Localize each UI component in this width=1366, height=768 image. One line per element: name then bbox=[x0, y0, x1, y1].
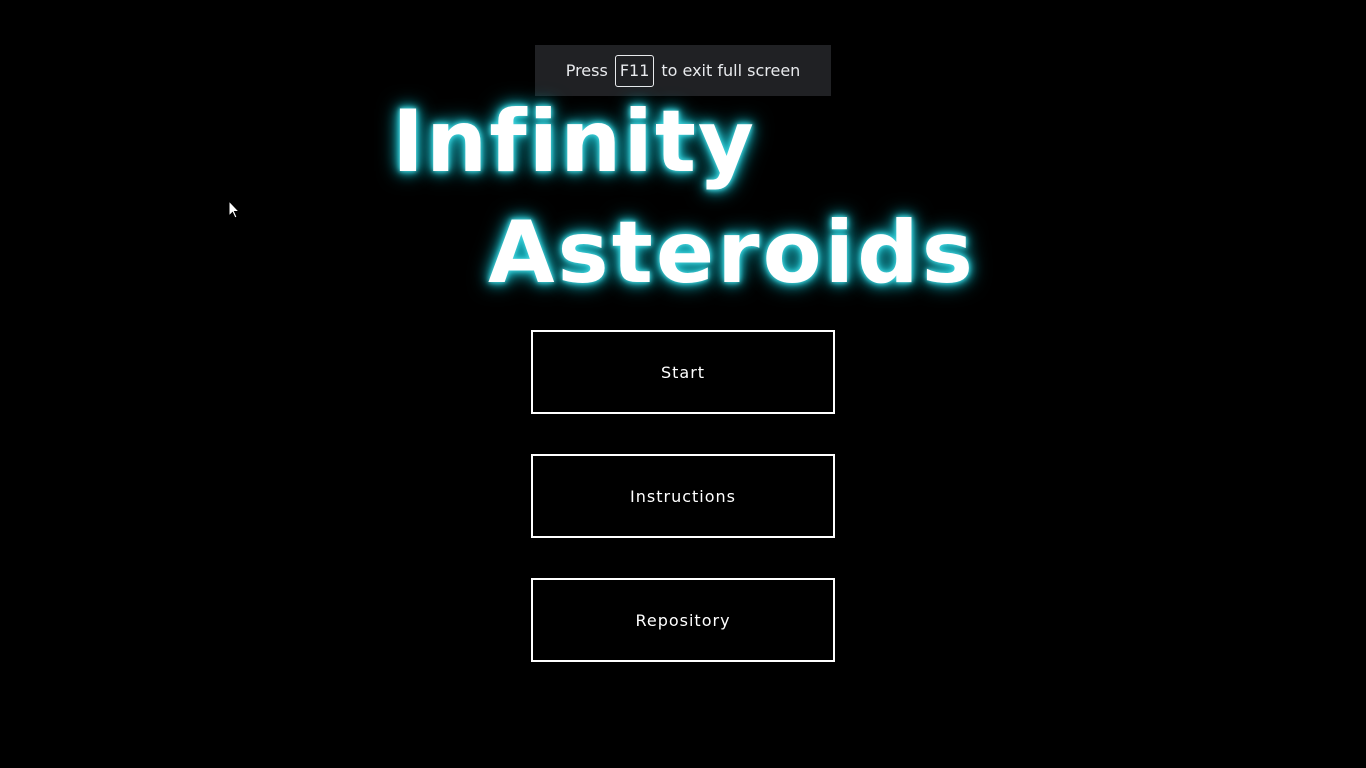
start-button[interactable]: Start bbox=[531, 330, 835, 414]
mouse-pointer-icon bbox=[228, 200, 240, 219]
fullscreen-exit-notice: Press F11 to exit full screen bbox=[535, 45, 831, 96]
f11-key-badge: F11 bbox=[614, 54, 655, 87]
game-title-line-2: Asteroids bbox=[488, 203, 976, 303]
notice-text-before: Press bbox=[565, 61, 608, 80]
instructions-button-label: Instructions bbox=[630, 486, 736, 506]
repository-button-label: Repository bbox=[635, 610, 731, 630]
game-title-line-1: Infinity bbox=[392, 92, 756, 192]
repository-button[interactable]: Repository bbox=[531, 578, 835, 662]
start-button-label: Start bbox=[660, 362, 706, 382]
instructions-button[interactable]: Instructions bbox=[531, 454, 835, 538]
notice-text-after: to exit full screen bbox=[661, 61, 801, 80]
